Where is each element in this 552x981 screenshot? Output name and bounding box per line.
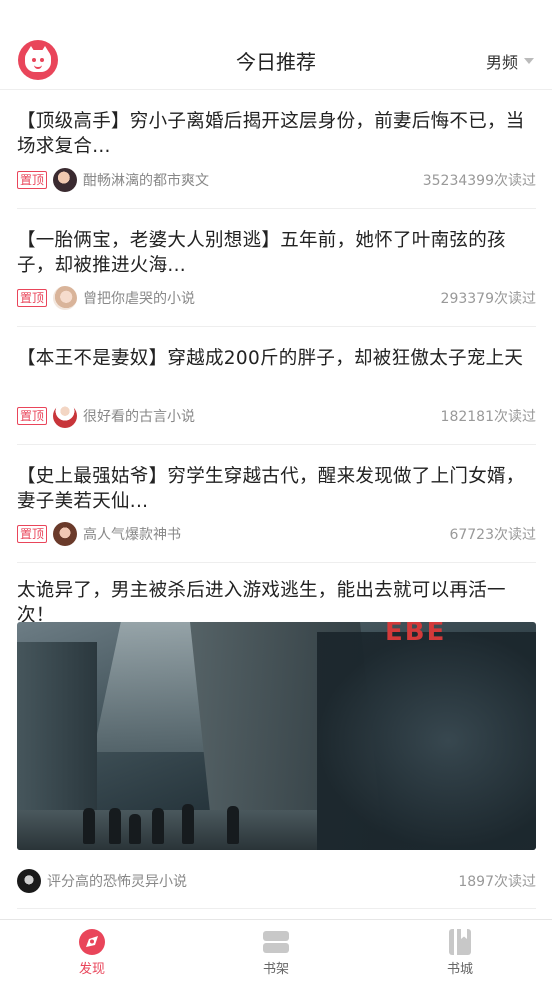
author-avatar[interactable] — [53, 286, 78, 310]
page-title: 今日推荐 — [236, 50, 316, 74]
author-avatar[interactable] — [53, 522, 78, 546]
tab-label: 发现 — [78, 962, 105, 977]
read-count: 293379次读过 — [440, 291, 536, 307]
article-headline[interactable]: 【史上最强姑爷】穷学生穿越古代，醒来发现做了上门女婿，妻子美若天仙... — [17, 464, 536, 514]
article-headline[interactable]: 【顶级高手】穷小子离婚后揭开这层身份，前妻后悔不已，当场求复合... — [17, 109, 536, 159]
author-avatar[interactable] — [53, 404, 78, 428]
author-name[interactable]: 曾把你虐哭的小说 — [83, 288, 195, 308]
caret-down-icon — [524, 58, 534, 64]
bookshelf-icon — [263, 931, 289, 953]
author-avatar[interactable] — [53, 168, 78, 192]
pinned-badge: 置顶 — [17, 407, 48, 425]
app-header: 今日推荐 男频 — [0, 0, 552, 90]
author-name[interactable]: 酣畅淋漓的都市爽文 — [83, 170, 209, 190]
article-meta: 评分高的恐怖灵异小说 1897次读过 — [17, 869, 536, 893]
article-headline[interactable]: 【一胎俩宝，老婆大人别想逃】五年前，她怀了叶南弦的孩子，却被推进火海... — [17, 228, 536, 278]
pinned-badge: 置顶 — [17, 525, 48, 543]
article-cover-image[interactable]: EBE — [17, 622, 536, 850]
tab-bookstore[interactable]: 书城 — [368, 920, 552, 981]
author-name[interactable]: 很好看的古言小说 — [83, 406, 195, 426]
gender-filter-label: 男频 — [485, 53, 518, 72]
bookstore-icon — [449, 929, 471, 955]
tab-discover[interactable]: 发现 — [0, 920, 184, 981]
tab-bookshelf[interactable]: 书架 — [184, 920, 368, 981]
article-headline[interactable]: 【本王不是妻奴】穿越成200斤的胖子，却被狂傲太子宠上天 — [17, 346, 536, 371]
author-name[interactable]: 评分高的恐怖灵异小说 — [47, 871, 187, 891]
article-item[interactable]: 【本王不是妻奴】穿越成200斤的胖子，却被狂傲太子宠上天 置顶 很好看的古言小说… — [17, 327, 536, 445]
discover-icon — [79, 929, 105, 955]
read-count: 182181次读过 — [440, 409, 536, 425]
cover-sign-text: EBE — [385, 622, 447, 647]
article-item[interactable]: 【顶级高手】穷小子离婚后揭开这层身份，前妻后悔不已，当场求复合... 置顶 酣畅… — [17, 90, 536, 209]
article-item-with-cover[interactable]: 太诡异了，男主被杀后进入游戏逃生，能出去就可以再活一次！ EBE 评分高的恐怖灵… — [17, 563, 536, 909]
gender-filter-dropdown[interactable]: 男频 — [486, 49, 534, 73]
article-meta: 置顶 高人气爆款神书 67723次读过 — [17, 522, 536, 546]
article-meta: 置顶 很好看的古言小说 182181次读过 — [17, 404, 536, 428]
author-avatar[interactable] — [17, 869, 41, 893]
read-count: 67723次读过 — [449, 527, 536, 543]
bottom-tab-bar: 发现 书架 书城 — [0, 919, 552, 981]
read-count: 35234399次读过 — [422, 173, 536, 189]
pinned-badge: 置顶 — [17, 289, 48, 307]
author-name[interactable]: 高人气爆款神书 — [83, 524, 181, 544]
article-item[interactable]: 【一胎俩宝，老婆大人别想逃】五年前，她怀了叶南弦的孩子，却被推进火海... 置顶… — [17, 209, 536, 327]
tab-label: 书架 — [262, 962, 289, 977]
read-count: 1897次读过 — [458, 874, 536, 890]
article-meta: 置顶 曾把你虐哭的小说 293379次读过 — [17, 286, 536, 310]
article-meta: 置顶 酣畅淋漓的都市爽文 35234399次读过 — [17, 168, 536, 192]
article-headline[interactable]: 太诡异了，男主被杀后进入游戏逃生，能出去就可以再活一次！ — [17, 578, 536, 628]
pinned-badge: 置顶 — [17, 171, 48, 189]
article-item[interactable]: 【史上最强姑爷】穷学生穿越古代，醒来发现做了上门女婿，妻子美若天仙... 置顶 … — [17, 445, 536, 563]
tab-label: 书城 — [446, 962, 473, 977]
